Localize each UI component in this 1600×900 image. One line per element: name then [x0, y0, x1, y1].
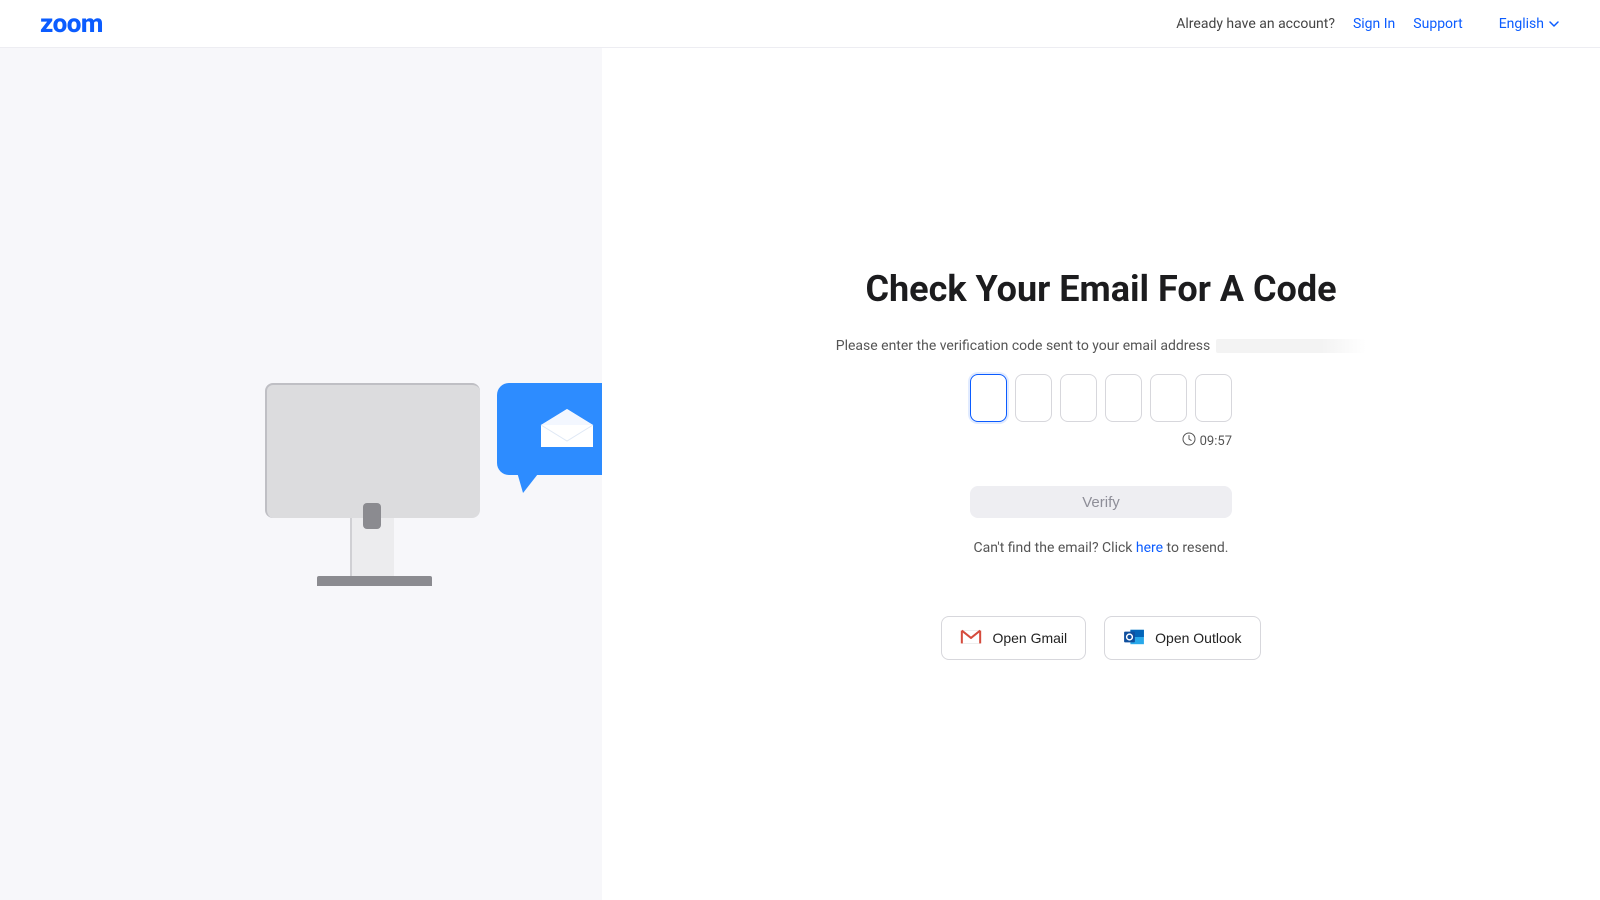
instruction-label: Please enter the verification code sent … [836, 338, 1210, 354]
speech-bubble-icon [497, 383, 602, 475]
resend-link[interactable]: here [1136, 540, 1163, 556]
code-digit-3[interactable] [1060, 374, 1097, 422]
header: zoom Already have an account? Sign In Su… [0, 0, 1600, 48]
resend-pre: Can't find the email? Click [974, 540, 1136, 556]
header-right: Already have an account? Sign In Support… [1176, 16, 1560, 32]
account-prompt: Already have an account? [1176, 16, 1335, 32]
gmail-label: Open Gmail [992, 630, 1067, 646]
code-digit-5[interactable] [1150, 374, 1187, 422]
code-digit-1[interactable] [970, 374, 1007, 422]
outlook-icon [1123, 628, 1145, 649]
outlook-label: Open Outlook [1155, 630, 1241, 646]
open-gmail-button[interactable]: Open Gmail [941, 616, 1086, 660]
zoom-logo: zoom [40, 9, 103, 39]
code-digit-6[interactable] [1195, 374, 1232, 422]
instruction-text: Please enter the verification code sent … [836, 338, 1366, 354]
language-selector[interactable]: English [1499, 16, 1560, 32]
resend-post: to resend. [1163, 540, 1228, 556]
verify-button[interactable]: Verify [970, 486, 1232, 518]
code-digit-2[interactable] [1015, 374, 1052, 422]
countdown-timer: 09:57 [970, 432, 1232, 450]
timer-value: 09:57 [1200, 434, 1232, 449]
verification-code-inputs [970, 374, 1232, 422]
gmail-icon [960, 628, 982, 649]
form-panel: Check Your Email For A Code Please enter… [602, 48, 1600, 900]
support-link[interactable]: Support [1413, 16, 1462, 32]
main-content: Check Your Email For A Code Please enter… [0, 48, 1600, 900]
illustration-panel [0, 48, 602, 900]
page-title: Check Your Email For A Code [865, 268, 1336, 310]
sign-in-link[interactable]: Sign In [1353, 16, 1395, 32]
language-label: English [1499, 16, 1544, 32]
email-client-buttons: Open Gmail Open Outlook [941, 616, 1260, 660]
open-outlook-button[interactable]: Open Outlook [1104, 616, 1260, 660]
redacted-email [1216, 339, 1366, 353]
code-digit-4[interactable] [1105, 374, 1142, 422]
clock-icon [1182, 432, 1196, 450]
resend-prompt: Can't find the email? Click here to rese… [974, 540, 1229, 556]
chevron-down-icon [1548, 18, 1560, 30]
computer-email-illustration [265, 383, 480, 518]
